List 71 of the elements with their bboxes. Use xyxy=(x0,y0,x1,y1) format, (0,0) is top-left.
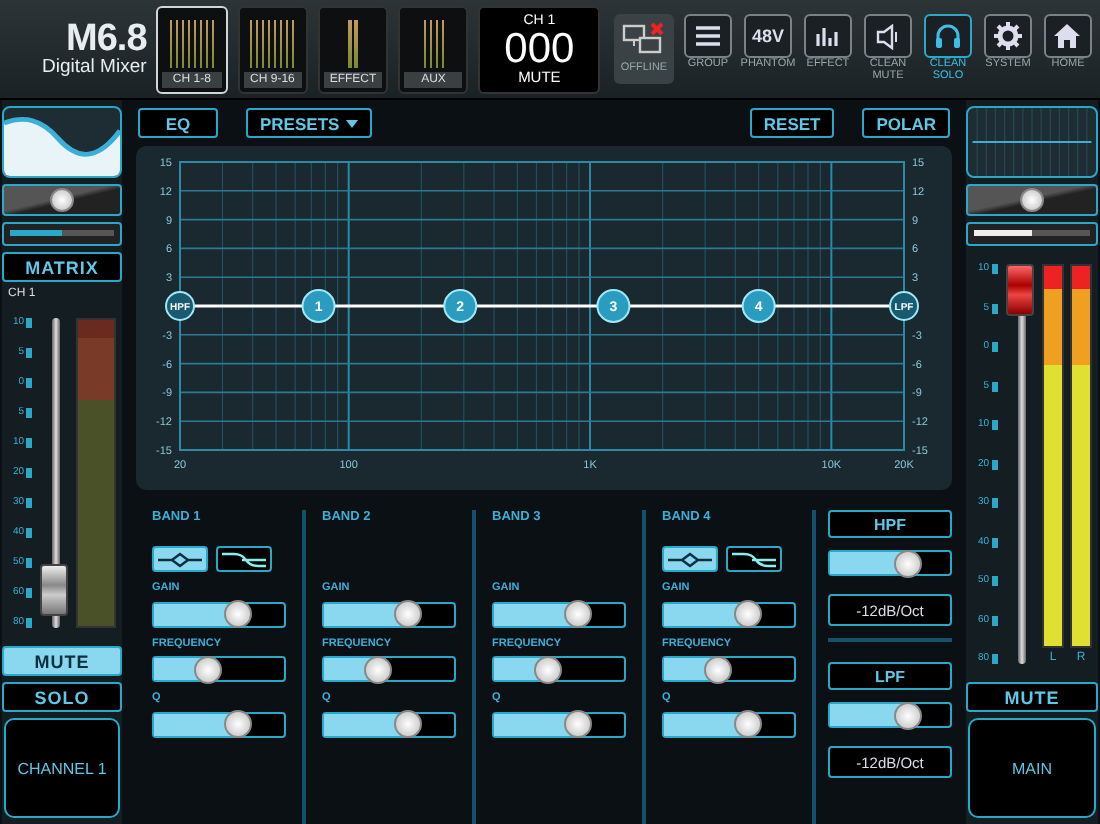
band-slider[interactable] xyxy=(152,656,286,682)
channel-name-button[interactable]: CHANNEL 1 xyxy=(4,718,120,818)
slider-thumb[interactable] xyxy=(894,549,923,577)
pan-slider[interactable] xyxy=(2,184,122,216)
filter-type-button[interactable] xyxy=(662,546,718,572)
bell-filter-icon xyxy=(668,551,712,567)
filter-button[interactable]: HPF xyxy=(828,510,952,538)
offline-monitors-icon xyxy=(621,22,666,59)
phantom-power-text: 48V xyxy=(751,26,784,47)
logo-model: M6.8 xyxy=(66,20,147,59)
settings-icon xyxy=(993,22,1022,51)
main-name-button[interactable]: MAIN xyxy=(968,718,1096,818)
band-slider[interactable] xyxy=(322,601,456,627)
logo-subtitle: Digital Mixer xyxy=(42,58,147,78)
band-slider[interactable] xyxy=(152,711,286,737)
filter-type-button[interactable] xyxy=(152,546,208,572)
fader[interactable] xyxy=(1007,264,1032,664)
eq-thumbnail[interactable] xyxy=(966,106,1098,178)
list-lines-icon xyxy=(693,24,722,49)
slider-thumb[interactable] xyxy=(393,710,422,738)
eq-thumbnail[interactable] xyxy=(2,106,122,178)
fader-handle[interactable] xyxy=(1005,264,1034,316)
slider-thumb[interactable] xyxy=(393,600,422,628)
slider-thumb[interactable] xyxy=(194,655,223,683)
slider-thumb[interactable] xyxy=(364,655,393,683)
slider-thumb[interactable] xyxy=(223,710,252,738)
slider-thumb[interactable] xyxy=(704,655,733,683)
band-slider[interactable] xyxy=(662,711,796,737)
speaker-icon xyxy=(873,23,902,50)
band-slider[interactable] xyxy=(322,656,456,682)
slider-thumb[interactable] xyxy=(563,710,592,738)
shelf-filter-icon xyxy=(732,551,776,567)
slider-thumb[interactable] xyxy=(223,600,252,628)
eq-toolbar-button[interactable]: PRESETS xyxy=(246,108,372,138)
slider-thumb[interactable] xyxy=(534,655,563,683)
send-level-bar[interactable] xyxy=(966,222,1098,246)
filter-slider[interactable] xyxy=(828,550,952,576)
eq-toolbar-button[interactable]: EQ xyxy=(138,108,218,138)
fader-handle[interactable] xyxy=(40,563,68,616)
band-slider[interactable] xyxy=(492,711,626,737)
home-icon xyxy=(1052,22,1083,51)
slider-thumb[interactable] xyxy=(733,600,762,628)
display-value: 000 xyxy=(504,27,575,70)
pan-knob[interactable] xyxy=(1020,188,1044,212)
bell-filter-icon xyxy=(158,551,202,567)
filter-type-button[interactable] xyxy=(216,546,272,572)
band-slider[interactable] xyxy=(322,711,456,737)
eq-toolbar-button[interactable]: RESET xyxy=(749,108,835,138)
eq-toolbar-button[interactable]: POLAR xyxy=(862,108,950,138)
strip-toggle-button[interactable]: MUTE xyxy=(2,646,122,676)
send-level-bar[interactable] xyxy=(2,222,122,246)
slider-thumb[interactable] xyxy=(733,710,762,738)
band-slider[interactable] xyxy=(152,601,286,627)
strip-toggle-button[interactable]: MUTE xyxy=(966,682,1098,712)
strip-toggle-button[interactable]: SOLO xyxy=(2,682,122,712)
band-slider[interactable] xyxy=(492,601,626,627)
slider-thumb[interactable] xyxy=(563,600,592,628)
slider-thumb[interactable] xyxy=(894,701,923,729)
band-slider[interactable] xyxy=(662,601,796,627)
fader[interactable] xyxy=(42,318,66,628)
level-bars-icon xyxy=(813,24,842,49)
band-slider[interactable] xyxy=(662,656,796,682)
shelf-filter-icon xyxy=(222,551,266,567)
filter-slider[interactable] xyxy=(828,702,952,728)
band-slider[interactable] xyxy=(492,656,626,682)
headphones-icon xyxy=(933,22,962,51)
filter-type-button[interactable] xyxy=(726,546,782,572)
pan-slider[interactable] xyxy=(966,184,1098,216)
matrix-button[interactable]: MATRIX xyxy=(2,252,122,282)
filter-button[interactable]: LPF xyxy=(828,662,952,690)
pan-knob[interactable] xyxy=(50,188,74,212)
